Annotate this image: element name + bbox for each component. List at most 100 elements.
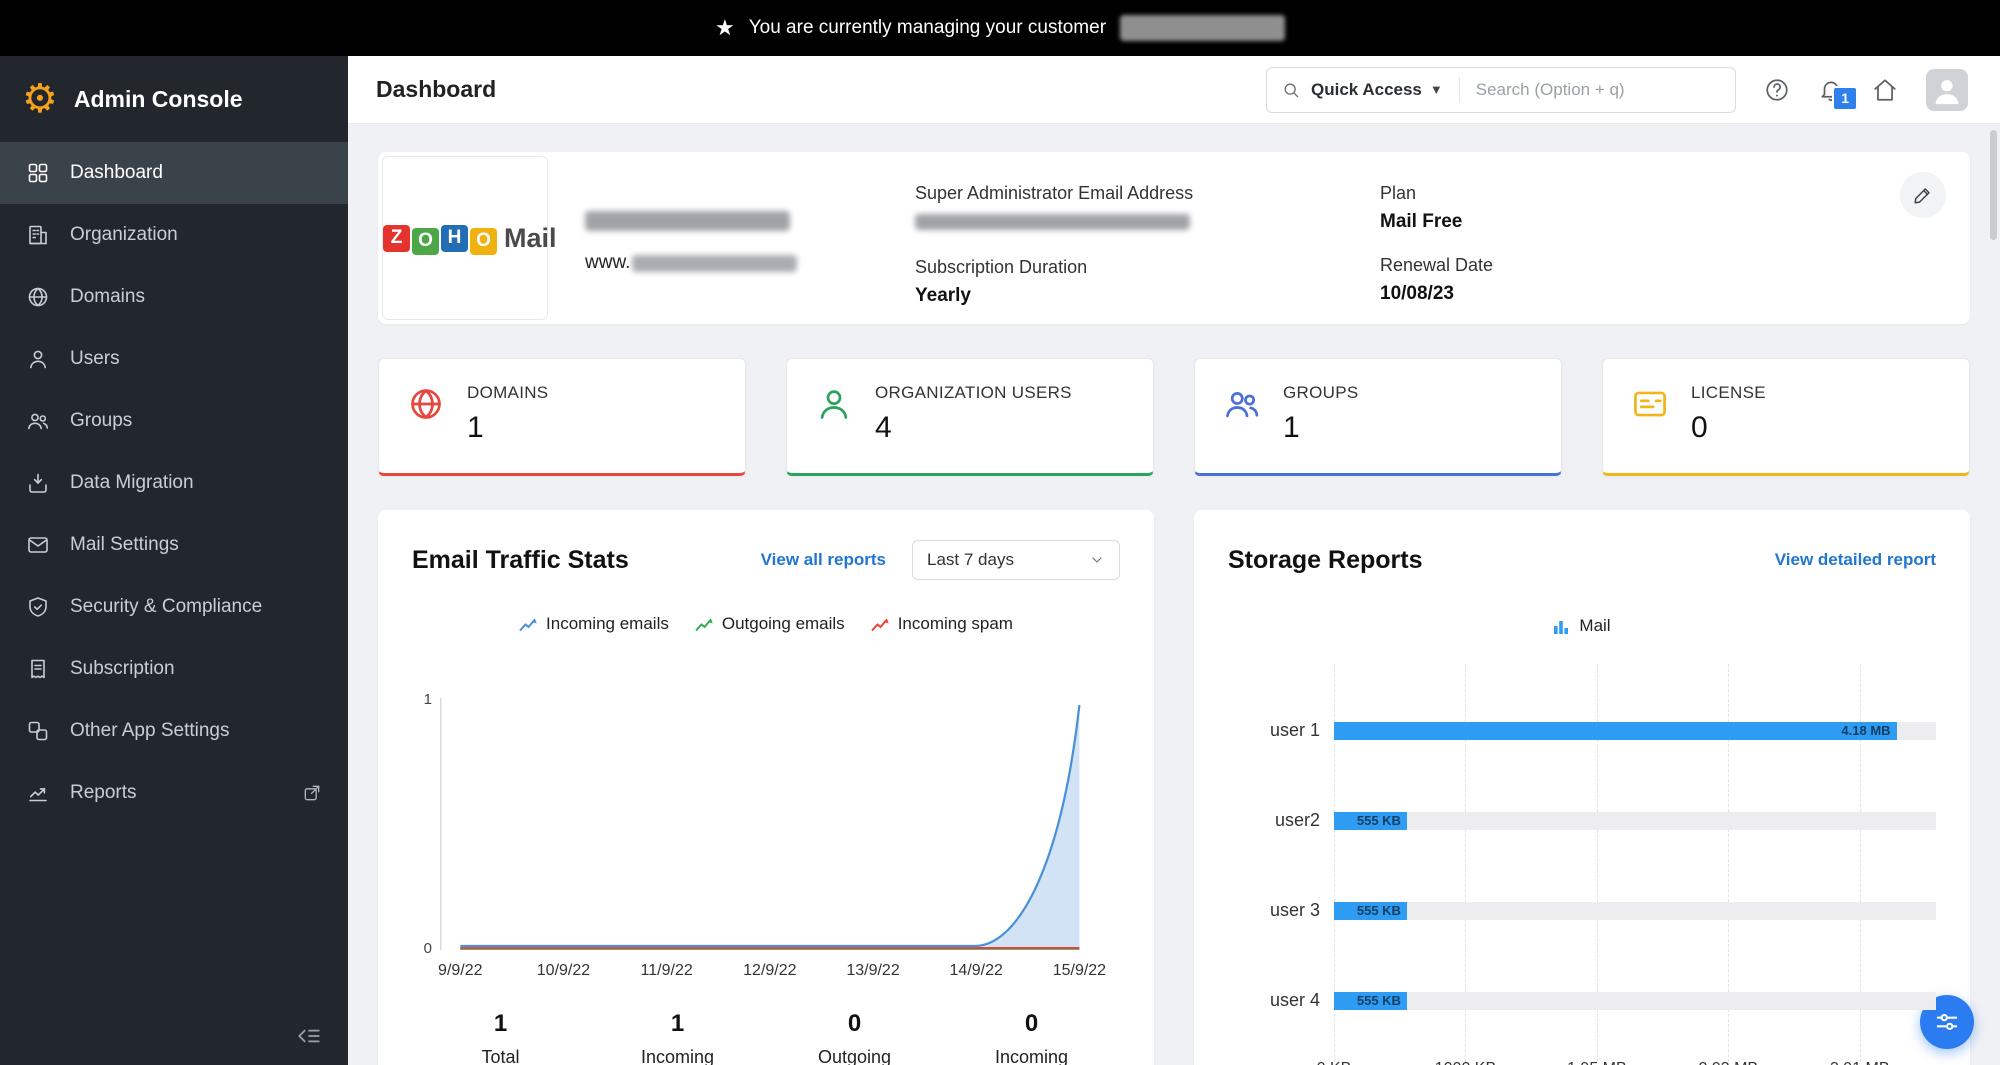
redacted-customer-name [1120,15,1286,41]
bar-chart-icon [1554,620,1569,634]
plan-value: Mail Free [1380,211,1463,232]
sidebar-item-label: Security & Compliance [70,596,263,617]
traffic-summary-item: 0 Incoming [943,1010,1120,1065]
storage-bar-row: user 3 555 KB [1228,900,1936,921]
quick-access-label: Quick Access [1311,79,1422,99]
summary-value: 0 [1024,1010,1039,1037]
organization-icon [26,223,50,247]
view-all-reports-link[interactable]: View all reports [761,550,886,570]
home-icon[interactable] [1872,77,1898,103]
legend-item-incoming-spam[interactable]: Incoming spam [871,614,1013,634]
date-range-value: Last 7 days [927,550,1014,569]
chevron-down-icon [1089,552,1105,568]
sidebar-item-label: Subscription [70,658,175,679]
storage-bar-row: user2 555 KB [1228,810,1936,831]
x-axis-labels: 9/9/22 10/9/22 11/9/22 12/9/22 13/9/22 14/9/2… [438,962,1120,984]
storage-bar[interactable]: 4.18 MB [1334,721,1897,740]
zoho-mail-logo: Z O H O Mail [382,156,557,320]
legend-label: Incoming emails [546,614,669,633]
email-traffic-chart [440,698,1081,950]
help-icon[interactable] [1764,77,1790,103]
stat-card-groups[interactable]: GROUPS 1 [1194,358,1562,476]
storage-bar-track: 555 KB [1334,991,1936,1010]
date-range-select[interactable]: Last 7 days [912,540,1120,580]
summary-value: 1 [493,1010,508,1037]
storage-bar-row: user 1 4.18 MB [1228,720,1936,741]
sidebar-item-subscription[interactable]: Subscription [0,638,348,700]
notifications-bell-icon[interactable]: 1 [1818,77,1858,111]
quick-access-dropdown[interactable]: Quick Access ▼ [1311,80,1443,100]
groups-icon [26,409,50,433]
sidebar-item-dashboard[interactable]: Dashboard [0,142,348,204]
stat-label: LICENSE [1691,383,1766,402]
storage-user-label: user 3 [1269,900,1320,920]
chevron-down-icon: ▼ [1429,82,1443,97]
storage-bar[interactable]: 555 KB [1334,991,1407,1010]
zoho-admin-logo-icon: ⚙ [22,77,58,121]
website-prefix: www. [585,252,631,273]
sidebar-item-organization[interactable]: Organization [0,204,348,266]
sidebar-item-security-compliance[interactable]: Security & Compliance [0,576,348,638]
user-icon [815,385,853,423]
storage-bar[interactable]: 555 KB [1334,901,1407,920]
stat-card-license[interactable]: LICENSE 0 [1602,358,1970,476]
user-avatar[interactable] [1926,68,1968,111]
subscription-icon [26,657,50,681]
storage-bar-value: 4.18 MB [1841,723,1891,738]
sidebar-item-groups[interactable]: Groups [0,390,348,452]
trend-icon [695,617,713,631]
storage-legend: Mail [1228,616,1936,636]
scrollbar[interactable] [1990,130,1997,240]
group-icon [1223,385,1261,423]
redacted-admin-email [915,214,1190,230]
page-header: Dashboard Quick Access ▼ Search (Option … [348,56,2000,124]
app-title: Admin Console [73,85,243,112]
legend-item-outgoing-emails[interactable]: Outgoing emails [695,614,845,634]
storage-axis-labels: 0 KB 1000 KB 1.95 MB 2.93 MB 3.91 MB [1317,1060,1936,1065]
sidebar-item-label: Groups [70,410,133,431]
traffic-summary-row: 1 Total 1 Incoming 0 Outgoing 0 Incoming [412,1010,1120,1065]
collapse-sidebar-icon[interactable] [296,1023,322,1049]
sidebar-item-label: Data Migration [70,472,194,493]
stat-card-domains[interactable]: DOMAINS 1 [378,358,746,476]
sidebar-item-label: Reports [70,782,137,803]
dashboard-icon [26,161,50,185]
stat-card-organization-users[interactable]: ORGANIZATION USERS 4 [786,358,1154,476]
storage-bar[interactable]: 555 KB [1334,811,1407,830]
stat-value: 1 [1283,411,1300,444]
email-traffic-card: Email Traffic Stats View all reports Las… [378,510,1154,1065]
search-input[interactable] [1475,79,1721,100]
divider [1458,76,1460,103]
traffic-summary-item: 1 Incoming [589,1010,766,1065]
storage-bar-track: 555 KB [1334,811,1936,830]
storage-axis-label: 1000 KB [1435,1060,1496,1065]
sidebar-item-mail-settings[interactable]: Mail Settings [0,514,348,576]
stat-value: 4 [875,411,892,444]
data-migration-icon [26,471,50,495]
email-traffic-plot [440,698,1120,950]
zoho-letter-tile: O [412,227,439,255]
storage-user-label: user 1 [1269,720,1320,740]
external-link-icon [302,783,322,803]
security-icon [26,595,50,619]
storage-reports-title: Storage Reports [1228,545,1423,574]
legend-label: Incoming spam [897,614,1013,633]
edit-organization-button[interactable] [1900,172,1946,218]
sidebar-item-domains[interactable]: Domains [0,266,348,328]
search-bar: Quick Access ▼ [1266,66,1736,113]
sidebar-item-other-app-settings[interactable]: Other App Settings [0,700,348,762]
dashboard-content: Z O H O Mail www. Super Administrator Email … [348,124,2000,1065]
view-detailed-report-link[interactable]: View detailed report [1775,550,1936,570]
storage-bar-value: 555 KB [1356,813,1401,828]
stat-label: DOMAINS [467,383,549,402]
legend-item-incoming-emails[interactable]: Incoming emails [519,614,669,634]
x-axis-label: 13/9/22 [846,962,900,979]
x-axis-label: 15/9/22 [1052,962,1107,979]
sidebar-item-users[interactable]: Users [0,328,348,390]
y-axis: 1 0 [412,691,434,957]
sidebar: ⚙ Admin Console Dashboard Organization Dom… [0,56,348,1065]
sidebar-item-reports[interactable]: Reports [0,762,348,824]
y-tick-label: 0 [423,940,432,957]
sidebar-item-data-migration[interactable]: Data Migration [0,452,348,514]
sidebar-item-label: Users [70,348,120,369]
